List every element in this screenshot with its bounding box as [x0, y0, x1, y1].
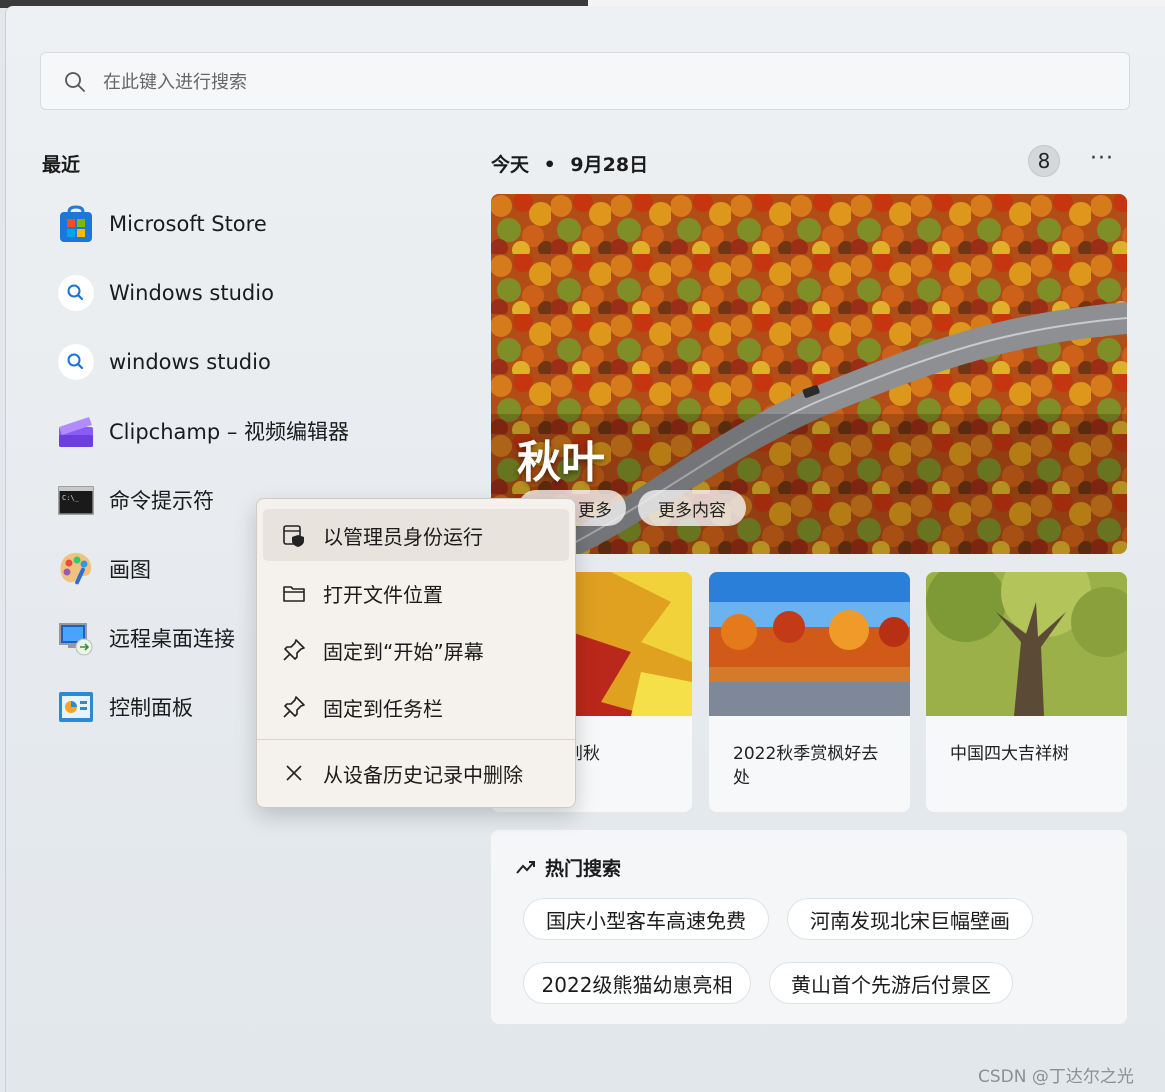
trending-up-icon: [516, 861, 535, 874]
shield-icon: [283, 525, 304, 547]
more-options-button[interactable]: ···: [1084, 146, 1120, 176]
menu-item-pin-to-start[interactable]: 固定到“开始”屏幕: [263, 624, 569, 676]
menu-item-remove-from-history[interactable]: 从设备历史记录中删除: [263, 747, 569, 799]
today-label: 今天: [491, 154, 530, 176]
trending-searches-panel: 热门搜索 国庆小型客车高速免费 河南发现北宋巨幅壁画 2022级熊猫幼崽亮相 黄…: [491, 830, 1127, 1024]
recent-item-label: windows studio: [109, 350, 271, 374]
separator-dot: •: [543, 154, 556, 176]
search-box[interactable]: [40, 52, 1130, 110]
clipchamp-icon: [59, 417, 93, 447]
hero-title: 秋叶: [517, 437, 605, 488]
autumn-lake-image: [709, 572, 910, 716]
big-tree-image: [926, 572, 1127, 716]
search-web-icon: [58, 275, 94, 311]
menu-item-open-file-location[interactable]: 打开文件位置: [263, 567, 569, 619]
folder-icon: [283, 586, 305, 602]
today-date: 9月28日: [570, 154, 649, 176]
menu-item-label: 固定到“开始”屏幕: [323, 639, 484, 664]
trending-pill[interactable]: 2022级熊猫幼崽亮相: [523, 962, 751, 1004]
menu-item-run-as-admin[interactable]: 以管理员身份运行: [263, 509, 569, 561]
search-icon: [65, 72, 85, 92]
trending-title: 热门搜索: [545, 858, 622, 880]
recent-item-label: 控制面板: [109, 696, 193, 720]
hero-chip-label: 更多: [578, 500, 612, 521]
recent-item-windows-studio-lower[interactable]: windows studio: [52, 334, 452, 390]
news-card-caption: 中国四大吉祥树: [950, 744, 1069, 764]
context-menu: 以管理员身份运行 打开文件位置 固定到“开始”屏幕 固定到任务栏 从设备历史记录…: [256, 498, 576, 808]
search-input[interactable]: [103, 67, 1003, 97]
recent-item-clipchamp[interactable]: Clipchamp – 视频编辑器: [52, 403, 452, 459]
news-card-caption: 2022秋季赏枫好去处: [733, 744, 879, 788]
recent-item-label: Microsoft Store: [109, 212, 267, 236]
news-card-maple-viewing[interactable]: 2022秋季赏枫好去处: [709, 572, 910, 812]
menu-separator: [257, 739, 575, 740]
menu-item-label: 以管理员身份运行: [323, 524, 483, 549]
pin-icon: [283, 696, 305, 718]
paint-icon: [60, 553, 92, 585]
hero-chip-label: 更多内容: [658, 500, 726, 521]
recent-item-label: 画图: [109, 558, 151, 582]
svg-text:C:\_: C:\_: [62, 494, 80, 502]
hero-chip-more-content[interactable]: 更多内容: [638, 490, 746, 526]
trending-pill[interactable]: 国庆小型客车高速免费: [523, 898, 769, 940]
today-header: 今天 • 9月28日: [491, 150, 648, 177]
recent-item-microsoft-store[interactable]: Microsoft Store: [52, 196, 452, 252]
recent-item-label: 命令提示符: [109, 489, 214, 513]
menu-item-label: 固定到任务栏: [323, 696, 443, 721]
recent-item-windows-studio[interactable]: Windows studio: [52, 265, 452, 321]
news-card-auspicious-trees[interactable]: 中国四大吉祥树: [926, 572, 1127, 812]
close-icon: [286, 765, 302, 781]
recent-item-label: Windows studio: [109, 281, 274, 305]
watermark: CSDN @丁达尔之光: [978, 1067, 1134, 1087]
command-prompt-icon: C:\_: [58, 486, 94, 515]
notification-badge[interactable]: 8: [1028, 145, 1060, 177]
pin-icon: [283, 639, 305, 661]
remote-desktop-icon: [59, 623, 93, 656]
recent-item-label: 远程桌面连接: [109, 627, 235, 651]
microsoft-store-icon: [60, 205, 92, 242]
menu-item-pin-to-taskbar[interactable]: 固定到任务栏: [263, 681, 569, 733]
recent-item-label: Clipchamp – 视频编辑器: [109, 420, 350, 444]
menu-item-label: 打开文件位置: [323, 582, 443, 607]
recent-title: 最近: [42, 154, 81, 176]
search-web-icon: [58, 344, 94, 380]
menu-item-label: 从设备历史记录中删除: [323, 762, 523, 787]
trending-pill[interactable]: 河南发现北宋巨幅壁画: [787, 898, 1033, 940]
trending-pill[interactable]: 黄山首个先游后付景区: [769, 962, 1013, 1004]
control-panel-icon: [59, 692, 93, 722]
